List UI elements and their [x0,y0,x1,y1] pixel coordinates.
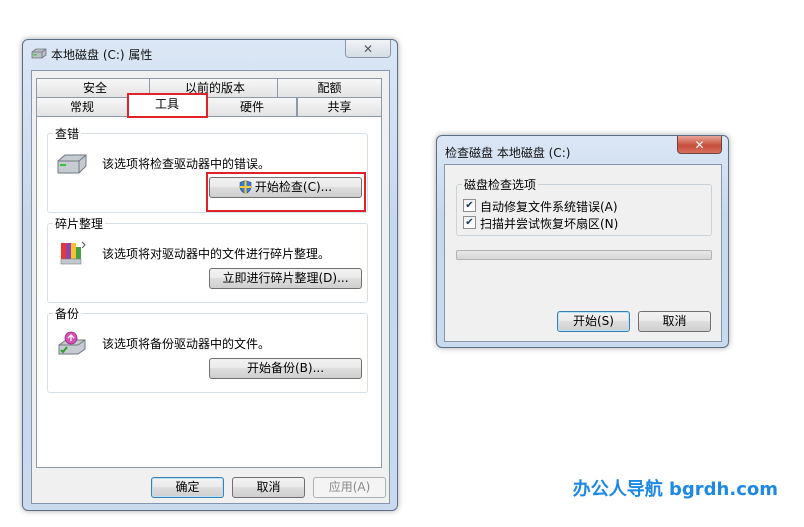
drive-icon [31,48,47,63]
auto-fix-checkbox[interactable]: ✔ [463,199,476,212]
properties-client: 安全 以前的版本 配额 常规 工具 硬件 共享 查错 该选项将检查驱动器中的错误… [31,70,390,504]
check-drive-icon [57,154,87,177]
defrag-now-button[interactable]: 立即进行碎片整理(D)... [209,268,362,289]
defrag-description: 该选项将对驱动器中的文件进行碎片整理。 [102,247,331,261]
check-disk-dialog: 检查磁盘 本地磁盘 (C:) ✕ 磁盘检查选项 ✔ 自动修复文件系统错误(A) … [436,135,729,348]
start-button[interactable]: 开始(S) [557,311,630,332]
defrag-group-label: 碎片整理 [53,215,106,232]
backup-icon [57,331,87,360]
close-icon: ✕ [362,41,374,56]
scan-sectors-label[interactable]: 扫描并尝试恢复坏扇区(N) [480,215,618,232]
start-backup-button[interactable]: 开始备份(B)... [209,358,362,379]
tab-quota[interactable]: 配额 [277,78,382,97]
defrag-icon [59,239,87,270]
properties-title: 本地磁盘 (C:) 属性 [51,48,153,62]
properties-dialog: 本地磁盘 (C:) 属性 ✕ 安全 以前的版本 配额 常规 工具 硬件 共享 查… [22,39,398,511]
error-check-description: 该选项将检查驱动器中的错误。 [102,157,271,171]
properties-titlebar[interactable]: 本地磁盘 (C:) 属性 ✕ [23,40,397,66]
error-check-group-label: 查错 [53,125,82,142]
backup-group-label: 备份 [53,305,82,322]
check-disk-close-button[interactable]: ✕ [677,136,722,154]
auto-fix-label[interactable]: 自动修复文件系统错误(A) [480,198,618,215]
tab-sharing[interactable]: 共享 [297,97,382,116]
checkmark-icon: ✔ [465,217,474,228]
apply-button[interactable]: 应用(A) [313,477,386,498]
check-disk-client: 磁盘检查选项 ✔ 自动修复文件系统错误(A) ✔ 扫描并尝试恢复坏扇区(N) 开… [444,164,722,342]
start-check-highlight [206,172,366,212]
tools-tab-panel: 查错 该选项将检查驱动器中的错误。 开始检查(C)... 碎片整理 该选项将对驱… [36,116,382,468]
check-options-group-label: 磁盘检查选项 [462,176,539,193]
properties-close-button[interactable]: ✕ [345,40,391,58]
tools-tab-highlight [127,93,208,118]
check-progress-bar [456,250,712,260]
close-icon: ✕ [694,137,705,152]
checkmark-icon: ✔ [465,200,474,211]
defrag-group [47,223,368,303]
check-disk-title: 检查磁盘 本地磁盘 (C:) [445,146,571,160]
scan-sectors-checkbox[interactable]: ✔ [463,216,476,229]
backup-group [47,313,368,393]
tab-hardware[interactable]: 硬件 [207,97,297,116]
cancel-button[interactable]: 取消 [232,477,305,498]
check-cancel-button[interactable]: 取消 [638,311,711,332]
watermark: 办公人导航 bgrdh.com [572,479,778,500]
tab-general[interactable]: 常规 [36,97,128,116]
ok-button[interactable]: 确定 [151,477,224,498]
backup-description: 该选项将备份驱动器中的文件。 [102,337,271,351]
check-disk-titlebar[interactable]: 检查磁盘 本地磁盘 (C:) ✕ [437,136,728,162]
